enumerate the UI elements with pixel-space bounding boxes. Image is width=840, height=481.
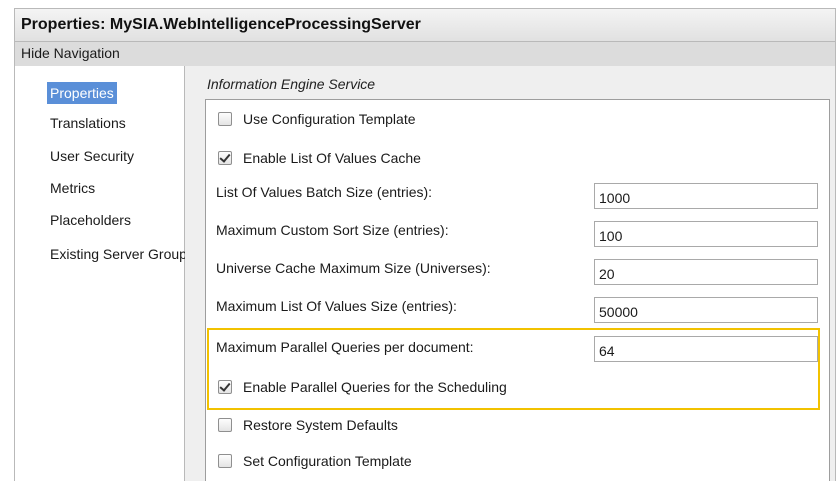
max-custom-sort-size-input[interactable] bbox=[594, 221, 818, 247]
sidebar-item-translations[interactable]: Translations bbox=[47, 112, 129, 134]
set-config-template-checkbox[interactable] bbox=[218, 454, 232, 468]
main-panel: Information Engine Service Use Configura… bbox=[185, 66, 836, 481]
set-config-template-label: Set Configuration Template bbox=[243, 453, 412, 469]
max-lov-size-input[interactable] bbox=[594, 297, 818, 323]
set-config-template-row: Set Configuration Template bbox=[218, 449, 412, 473]
enable-lov-cache-checkbox[interactable] bbox=[218, 151, 232, 165]
section-title: Information Engine Service bbox=[207, 76, 376, 92]
settings-panel: Use Configuration Template Enable List O… bbox=[205, 99, 830, 481]
use-config-template-checkbox[interactable] bbox=[218, 112, 232, 126]
universe-cache-max-size-label: Universe Cache Maximum Size (Universes): bbox=[216, 260, 491, 276]
lov-batch-size-input[interactable] bbox=[594, 183, 818, 209]
restore-defaults-checkbox[interactable] bbox=[218, 418, 232, 432]
window-title: Properties: MySIA.WebIntelligenceProcess… bbox=[14, 8, 836, 42]
restore-defaults-row: Restore System Defaults bbox=[218, 413, 398, 437]
restore-defaults-label: Restore System Defaults bbox=[243, 417, 398, 433]
max-lov-size-label: Maximum List Of Values Size (entries): bbox=[216, 298, 457, 314]
sidebar-item-properties[interactable]: Properties bbox=[47, 82, 117, 104]
max-custom-sort-size-label: Maximum Custom Sort Size (entries): bbox=[216, 222, 449, 238]
enable-lov-cache-row: Enable List Of Values Cache bbox=[218, 146, 421, 170]
use-config-template-label: Use Configuration Template bbox=[243, 111, 416, 127]
enable-lov-cache-label: Enable List Of Values Cache bbox=[243, 150, 421, 166]
sidebar-item-user-security[interactable]: User Security bbox=[47, 145, 137, 167]
sidebar-item-metrics[interactable]: Metrics bbox=[47, 177, 98, 199]
sidebar-item-placeholders[interactable]: Placeholders bbox=[47, 209, 134, 231]
universe-cache-max-size-input[interactable] bbox=[594, 259, 818, 285]
highlight-box bbox=[207, 328, 820, 410]
lov-batch-size-label: List Of Values Batch Size (entries): bbox=[216, 184, 433, 200]
hide-navigation-link[interactable]: Hide Navigation bbox=[14, 42, 836, 66]
use-config-template-row: Use Configuration Template bbox=[218, 107, 416, 131]
sidebar: Properties Translations User Security Me… bbox=[14, 66, 187, 481]
sidebar-item-existing-server-group[interactable]: Existing Server Group bbox=[47, 243, 190, 265]
